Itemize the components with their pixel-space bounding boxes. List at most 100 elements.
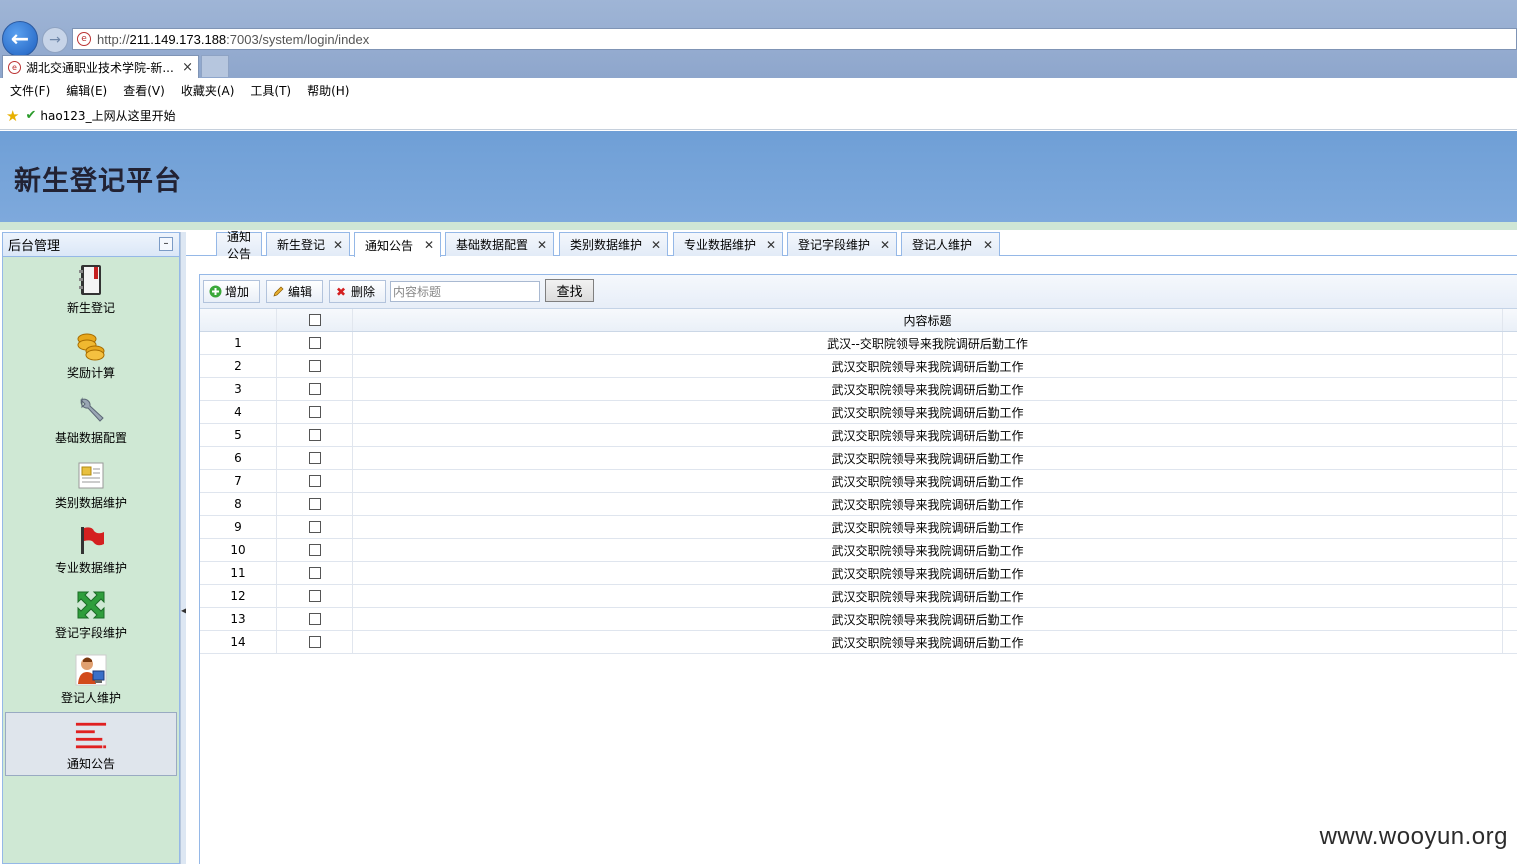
table-row[interactable]: 8 武汉交职院领导来我院调研后勤工作 <box>200 493 1517 516</box>
menu-favorites[interactable]: 收藏夹(A) <box>181 82 235 99</box>
find-button[interactable]: 查找 <box>545 279 594 302</box>
row-checkbox[interactable] <box>308 521 321 533</box>
row-title[interactable]: 武汉交职院领导来我院调研后勤工作 <box>353 378 1503 400</box>
row-title[interactable]: 武汉--交职院领导来我院调研后勤工作 <box>353 332 1503 354</box>
sidebar-item-major-data[interactable]: 专业数据维护 <box>3 517 179 582</box>
tab-field-maintenance[interactable]: 登记字段维护 ✕ <box>787 232 897 256</box>
close-icon[interactable]: ✕ <box>333 238 343 252</box>
sidebar-item-registration[interactable]: 新生登记 <box>3 257 179 322</box>
table-row[interactable]: 7 武汉交职院领导来我院调研后勤工作 <box>200 470 1517 493</box>
row-title[interactable]: 武汉交职院领导来我院调研后勤工作 <box>353 401 1503 423</box>
row-title[interactable]: 武汉交职院领导来我院调研后勤工作 <box>353 608 1503 630</box>
close-icon[interactable]: ✕ <box>537 238 547 252</box>
table-row[interactable]: 3 武汉交职院领导来我院调研后勤工作 <box>200 378 1517 401</box>
flag-icon <box>75 524 107 556</box>
row-title[interactable]: 武汉交职院领导来我院调研后勤工作 <box>353 516 1503 538</box>
table-row[interactable]: 11 武汉交职院领导来我院调研后勤工作 <box>200 562 1517 585</box>
notice-grid: 内容标题 1 武汉--交职院领导来我院调研后勤工作 2 武汉交职院领导来我院调研后勤工… <box>200 309 1517 654</box>
row-checkbox-cell <box>277 401 353 423</box>
star-icon[interactable]: ★ <box>6 107 19 125</box>
row-title[interactable]: 武汉交职院领导来我院调研后勤工作 <box>353 539 1503 561</box>
tab-registration[interactable]: 新生登记 ✕ <box>266 232 350 256</box>
menu-help[interactable]: 帮助(H) <box>307 82 349 99</box>
close-icon[interactable]: ✕ <box>424 238 434 252</box>
sidebar-item-reward[interactable]: 奖励计算 <box>3 322 179 387</box>
row-title[interactable]: 武汉交职院领导来我院调研后勤工作 <box>353 355 1503 377</box>
sidebar-item-registrant[interactable]: 登记人维护 <box>3 647 179 712</box>
sidebar-item-basic-config[interactable]: 基础数据配置 <box>3 387 179 452</box>
browser-tab[interactable]: e 湖北交通职业技术学院-新... × <box>2 55 199 78</box>
tab-basic-config[interactable]: 基础数据配置 ✕ <box>445 232 554 256</box>
address-bar[interactable]: e http://211.149.173.188:7003/system/log… <box>72 28 1517 50</box>
sidebar-item-category-data[interactable]: 类别数据维护 <box>3 452 179 517</box>
row-number: 3 <box>200 378 277 400</box>
table-row[interactable]: 10 武汉交职院领导来我院调研后勤工作 <box>200 539 1517 562</box>
row-checkbox[interactable] <box>308 360 321 372</box>
tab-major-data[interactable]: 专业数据维护 ✕ <box>673 232 783 256</box>
table-row[interactable]: 4 武汉交职院领导来我院调研后勤工作 <box>200 401 1517 424</box>
table-row[interactable]: 1 武汉--交职院领导来我院调研后勤工作 <box>200 332 1517 355</box>
menu-edit[interactable]: 编辑(E) <box>66 82 107 99</box>
sidebar-item-notice[interactable]: 通知公告 <box>5 712 177 776</box>
table-row[interactable]: 2 武汉交职院领导来我院调研后勤工作 <box>200 355 1517 378</box>
row-number: 14 <box>200 631 277 653</box>
menu-view[interactable]: 查看(V) <box>123 82 165 99</box>
row-checkbox[interactable] <box>308 406 321 418</box>
row-checkbox[interactable] <box>308 544 321 556</box>
back-arrow-icon[interactable]: ← <box>2 21 38 57</box>
delete-button[interactable]: ✖ 删除 <box>329 280 386 303</box>
row-title[interactable]: 武汉交职院领导来我院调研后勤工作 <box>353 447 1503 469</box>
row-checkbox[interactable] <box>308 498 321 510</box>
row-title[interactable]: 武汉交职院领导来我院调研后勤工作 <box>353 585 1503 607</box>
close-icon[interactable]: ✕ <box>983 238 993 252</box>
header-title[interactable]: 内容标题 <box>353 309 1503 331</box>
row-number: 6 <box>200 447 277 469</box>
tab-notice[interactable]: 通知公告 ✕ <box>354 232 441 257</box>
table-row[interactable]: 14 武汉交职院领导来我院调研后勤工作 <box>200 631 1517 654</box>
row-checkbox[interactable] <box>308 475 321 487</box>
row-title[interactable]: 武汉交职院领导来我院调研后勤工作 <box>353 470 1503 492</box>
close-icon[interactable]: × <box>182 60 193 75</box>
search-input[interactable] <box>390 281 540 302</box>
row-title[interactable]: 武汉交职院领导来我院调研后勤工作 <box>353 631 1503 653</box>
table-row[interactable]: 5 武汉交职院领导来我院调研后勤工作 <box>200 424 1517 447</box>
edit-button[interactable]: 编辑 <box>266 280 323 303</box>
collapse-icon[interactable]: – <box>159 237 173 251</box>
close-icon[interactable]: ✕ <box>880 238 890 252</box>
row-checkbox[interactable] <box>308 429 321 441</box>
row-title[interactable]: 武汉交职院领导来我院调研后勤工作 <box>353 493 1503 515</box>
row-checkbox[interactable] <box>308 452 321 464</box>
row-checkbox-cell <box>277 516 353 538</box>
close-icon[interactable]: ✕ <box>766 238 776 252</box>
sidebar-item-label: 基础数据配置 <box>54 431 127 445</box>
table-row[interactable]: 9 武汉交职院领导来我院调研后勤工作 <box>200 516 1517 539</box>
tab-label: 通知公告 <box>227 229 252 261</box>
row-checkbox[interactable] <box>308 337 321 349</box>
tab-notice-home[interactable]: 通知公告 <box>216 230 262 261</box>
sidebar-item-label: 类别数据维护 <box>54 496 127 510</box>
favorite-link[interactable]: hao123_上网从这里开始 <box>40 107 175 124</box>
table-row[interactable]: 13 武汉交职院领导来我院调研后勤工作 <box>200 608 1517 631</box>
sidebar-item-field-maintenance[interactable]: 登记字段维护 <box>3 582 179 647</box>
row-checkbox[interactable] <box>308 383 321 395</box>
menu-tools[interactable]: 工具(T) <box>250 82 291 99</box>
row-number: 4 <box>200 401 277 423</box>
tab-label: 登记字段维护 <box>798 238 871 252</box>
forward-arrow-icon[interactable]: → <box>42 27 68 53</box>
row-title[interactable]: 武汉交职院领导来我院调研后勤工作 <box>353 424 1503 446</box>
row-checkbox[interactable] <box>308 567 321 579</box>
add-button[interactable]: 增加 <box>203 280 260 303</box>
row-title[interactable]: 武汉交职院领导来我院调研后勤工作 <box>353 562 1503 584</box>
menu-file[interactable]: 文件(F) <box>10 82 50 99</box>
row-checkbox[interactable] <box>308 590 321 602</box>
row-checkbox[interactable] <box>308 636 321 648</box>
close-icon[interactable]: ✕ <box>651 238 661 252</box>
tab-registrant[interactable]: 登记人维护 ✕ <box>901 232 1000 256</box>
tab-category-data[interactable]: 类别数据维护 ✕ <box>559 232 668 256</box>
row-number: 12 <box>200 585 277 607</box>
new-tab-button[interactable] <box>201 55 229 77</box>
table-row[interactable]: 6 武汉交职院领导来我院调研后勤工作 <box>200 447 1517 470</box>
row-checkbox[interactable] <box>308 613 321 625</box>
table-row[interactable]: 12 武汉交职院领导来我院调研后勤工作 <box>200 585 1517 608</box>
select-all-checkbox[interactable] <box>308 314 321 326</box>
